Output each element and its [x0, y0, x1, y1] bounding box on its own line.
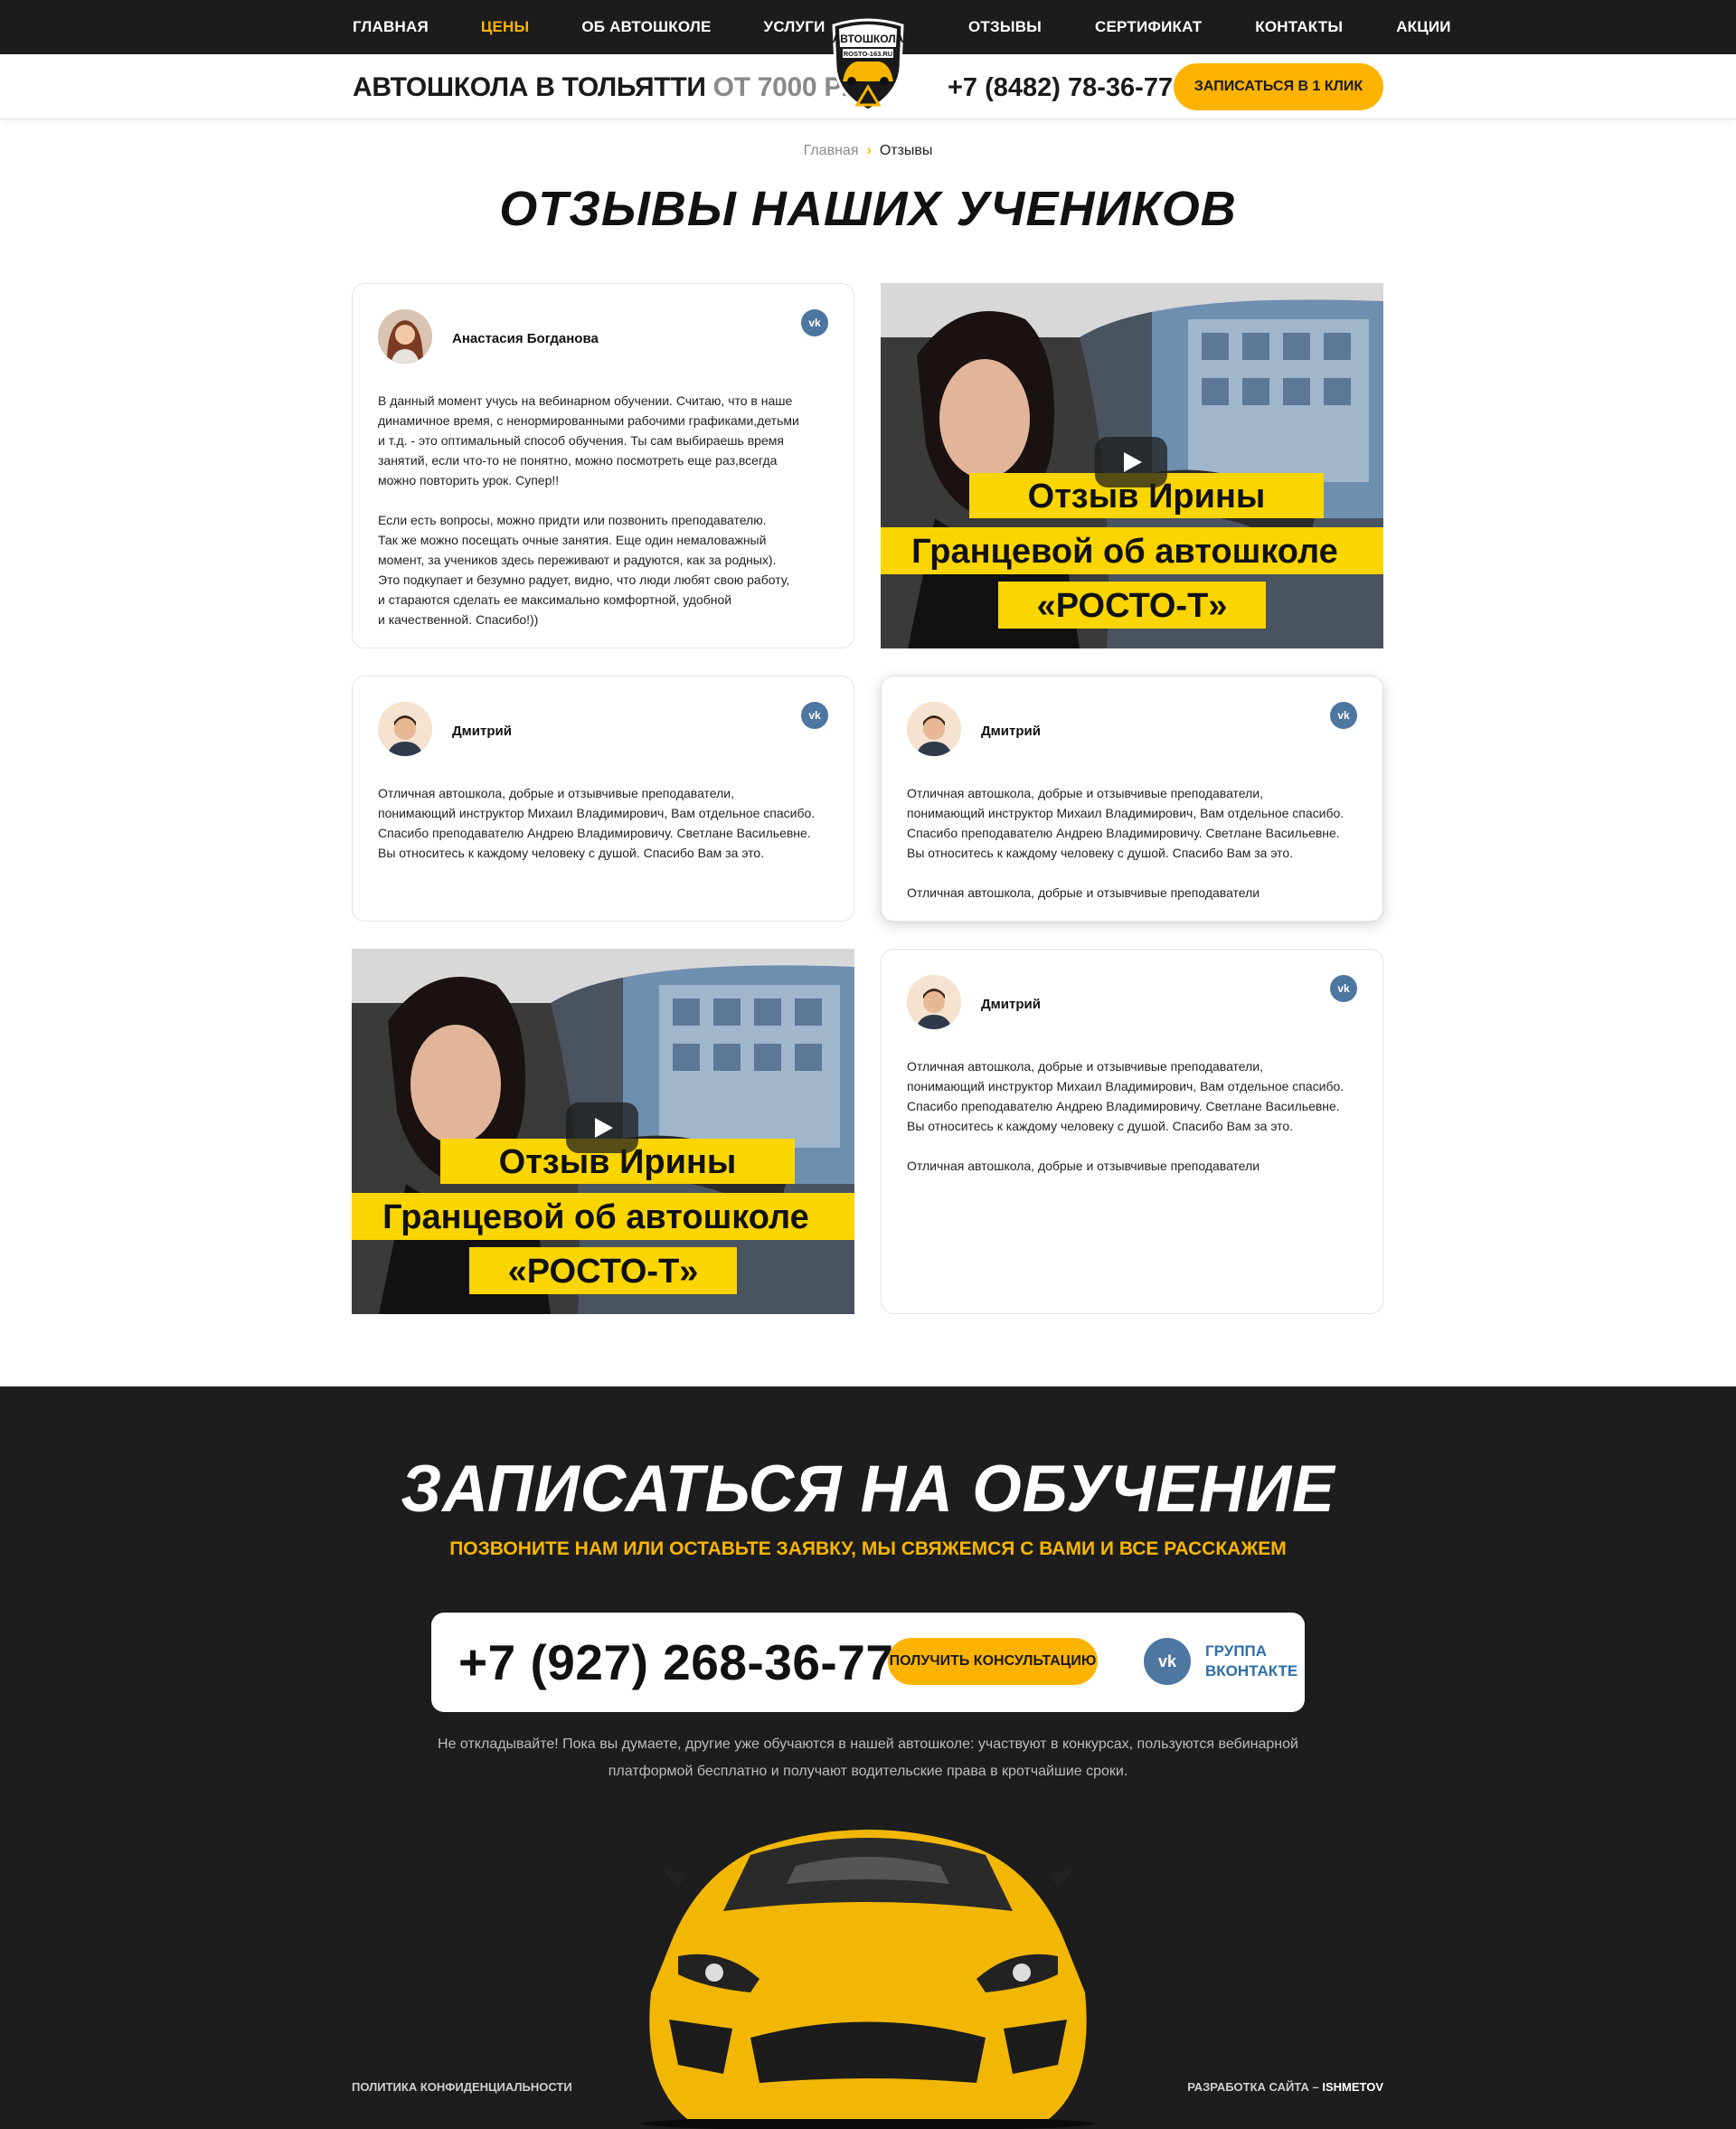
avatar: [378, 702, 432, 756]
avatar: [907, 702, 961, 756]
review-author: Дмитрий: [981, 724, 1041, 739]
review-card: Дмитрий vk Отличная автошкола, добрые и …: [881, 676, 1383, 922]
developer-name[interactable]: ISHMETOV: [1322, 2080, 1383, 2094]
contact-phone[interactable]: +7 (927) 268-36-77: [458, 1633, 893, 1691]
video-review-player[interactable]: Отзыв Ирины Гранцевой об автошколе «РОСТ…: [352, 949, 854, 1314]
signup-subtitle: Позвоните нам или оставьте заявку, мы св…: [449, 1538, 1287, 1559]
nav-left: Главная Цены Об автошколе Услуги: [353, 0, 878, 54]
play-icon[interactable]: [1095, 437, 1167, 487]
contact-box: +7 (927) 268-36-77 Получить консультацию…: [431, 1613, 1305, 1712]
svg-text:ROSTO-163.RU: ROSTO-163.RU: [844, 50, 892, 58]
breadcrumb: Главная › Отзывы: [0, 143, 1736, 159]
review-text: Отличная автошкола, добрые и отзывчивые …: [907, 786, 1344, 900]
breadcrumb-home[interactable]: Главная: [804, 143, 859, 158]
vk-icon[interactable]: vk: [1144, 1638, 1191, 1685]
svg-text:«РОСТО-Т»: «РОСТО-Т»: [1037, 587, 1228, 625]
svg-text:«РОСТО-Т»: «РОСТО-Т»: [508, 1253, 699, 1291]
nav-item-prices[interactable]: Цены: [481, 18, 529, 36]
play-icon[interactable]: [566, 1102, 638, 1153]
review-author: Анастасия Богданова: [452, 331, 599, 346]
svg-text:Гранцевой об автошколе: Гранцевой об автошколе: [911, 533, 1338, 571]
nav-item-home[interactable]: Главная: [353, 18, 429, 36]
nav-right: Отзывы Сертификат Контакты Акции: [968, 0, 1451, 54]
developer-prefix: Разработка сайта –: [1187, 2080, 1319, 2094]
nav-item-reviews[interactable]: Отзывы: [968, 18, 1042, 36]
header-title: АВТОШКОЛА В ТОЛЬЯТТИ ОТ 7000 РУБ.: [353, 72, 885, 103]
vk-group-line2: Вконтакте: [1205, 1662, 1298, 1680]
nav-item-services[interactable]: Услуги: [764, 18, 826, 36]
vk-group-link[interactable]: Группа Вконтакте: [1205, 1642, 1297, 1681]
developer-credit: Разработка сайта – ISHMETOV: [1187, 2080, 1383, 2094]
privacy-policy-link[interactable]: Политика конфиденциальности: [352, 2080, 572, 2094]
signup-title: Записаться на обучение: [401, 1452, 1335, 1526]
nav-item-certificate[interactable]: Сертификат: [1095, 18, 1202, 36]
vk-icon[interactable]: vk: [801, 702, 828, 729]
page-title: Отзывы наших учеников: [499, 182, 1237, 236]
yellow-car-image: [615, 1812, 1121, 2129]
review-text: Отличная автошкола, добрые и отзывчивые …: [378, 786, 816, 860]
svg-text:АВТОШКОЛА: АВТОШКОЛА: [833, 33, 904, 45]
header-title-text: АВТОШКОЛА В ТОЛЬЯТТИ: [353, 72, 706, 102]
review-author: Дмитрий: [981, 997, 1041, 1012]
signup-section: Записаться на обучение Позвоните нам или…: [0, 1386, 1736, 2129]
breadcrumb-current: Отзывы: [879, 143, 933, 158]
nav-item-about[interactable]: Об автошколе: [581, 18, 711, 36]
avatar: [378, 309, 432, 364]
chevron-right-icon: ›: [866, 143, 872, 158]
vk-group-line1: Группа: [1205, 1642, 1268, 1660]
review-card: Анастасия Богданова vk В данный момент у…: [352, 283, 854, 648]
header-phone[interactable]: +7 (8482) 78-36-77: [948, 73, 1173, 103]
review-card: Дмитрий vk Отличная автошкола, добрые и …: [352, 676, 854, 922]
nav-item-contacts[interactable]: Контакты: [1255, 18, 1343, 36]
vk-icon[interactable]: vk: [1330, 975, 1357, 1002]
signup-one-click-button[interactable]: Записаться в 1 клик: [1174, 63, 1383, 110]
review-text: В данный момент учусь на вебинарном обуч…: [378, 393, 799, 627]
avatar: [907, 975, 961, 1029]
svg-text:Гранцевой об автошколе: Гранцевой об автошколе: [382, 1198, 809, 1236]
review-card: Дмитрий vk Отличная автошкола, добрые и …: [881, 949, 1383, 1314]
nav-item-promotions[interactable]: Акции: [1396, 18, 1451, 36]
vk-icon[interactable]: vk: [801, 309, 828, 336]
review-author: Дмитрий: [452, 724, 512, 739]
review-text: Отличная автошкола, добрые и отзывчивые …: [907, 1059, 1344, 1173]
site-logo[interactable]: АВТОШКОЛА ROSTO-163.RU: [828, 16, 908, 112]
get-consultation-button[interactable]: Получить консультацию: [888, 1638, 1098, 1685]
video-review-player[interactable]: Отзыв Ирины Гранцевой об автошколе «РОСТ…: [881, 283, 1383, 648]
signup-note: Не откладывайте! Пока вы думаете, другие…: [438, 1736, 1298, 1779]
vk-icon[interactable]: vk: [1330, 702, 1357, 729]
